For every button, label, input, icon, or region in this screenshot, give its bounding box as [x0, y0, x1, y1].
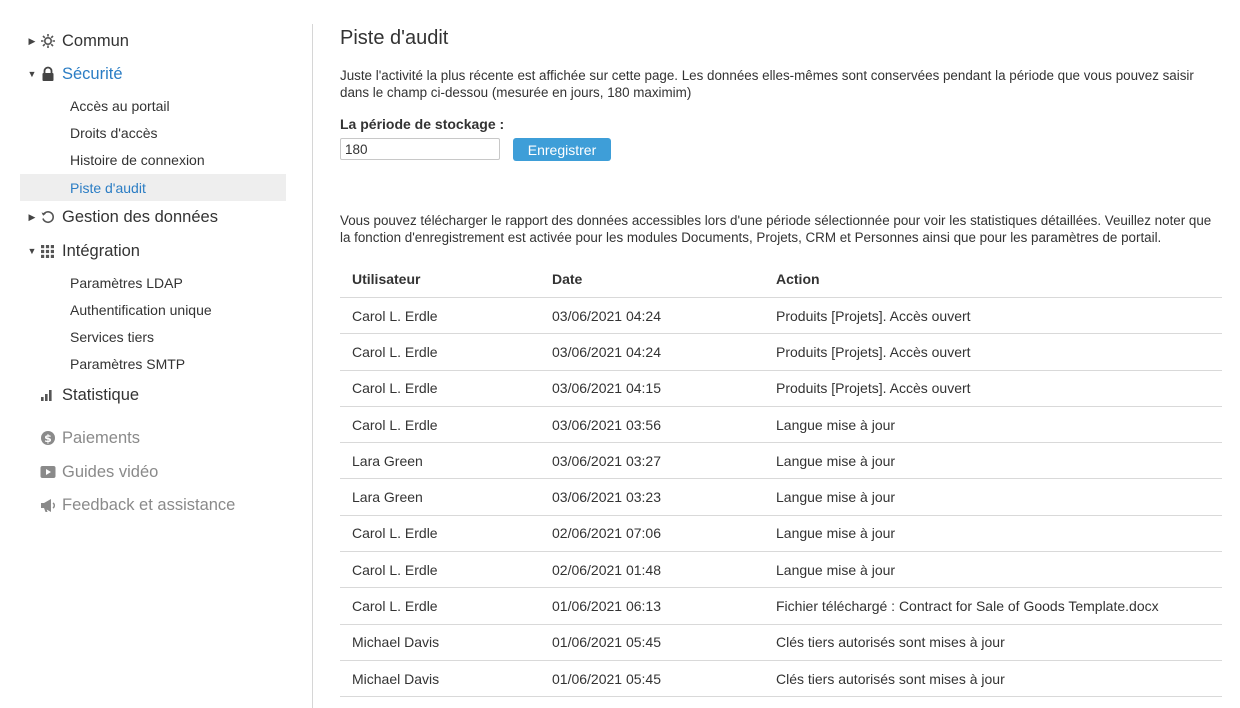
sidebar-item-droits-acces[interactable]: Droits d'accès — [0, 119, 312, 146]
grid-icon — [40, 242, 62, 260]
cell-action: Produits [Projets]. Accès ouvert — [776, 380, 971, 397]
restore-icon — [40, 208, 62, 226]
cell-user: Carol L. Erdle — [352, 561, 438, 578]
sidebar-section-integration[interactable]: ▼ Intégration — [0, 237, 312, 265]
save-button[interactable]: Enregistrer — [513, 138, 611, 161]
table-row: Michael Davis 01/06/2021 05:45 Clés tiers … — [340, 625, 1222, 661]
cell-user: Michael Davis — [352, 670, 440, 687]
sidebar-section-label: Intégration — [62, 241, 140, 260]
column-header-date: Date — [552, 271, 583, 287]
cell-action: Langue mise à jour — [776, 489, 896, 506]
settings-sidebar: ▶ Commun ▼ Sécurité Accès au portail Dro… — [0, 0, 312, 708]
cell-user: Michael Davis — [352, 634, 440, 651]
cell-action: Clés tiers autorisés sont mises à jour — [776, 634, 1005, 651]
cell-action: Produits [Projets]. Accès ouvert — [776, 343, 971, 360]
expand-arrow-icon[interactable]: ▶ — [24, 36, 40, 47]
cell-action: Langue mise à jour — [776, 561, 896, 578]
cell-action: Langue mise à jour — [776, 525, 896, 542]
intro-text: Juste l'activité la plus récente est aff… — [340, 68, 1194, 100]
dollar-icon: $ — [40, 429, 62, 447]
column-header-action: Action — [776, 271, 820, 287]
cell-user: Carol L. Erdle — [352, 343, 438, 360]
sidebar-divider — [312, 24, 313, 708]
table-row: Carol L. Erdle 02/06/2021 01:48 Langue mis… — [340, 552, 1222, 589]
sidebar-item-services-tiers[interactable]: Services tiers — [0, 323, 312, 350]
cell-date: 03/06/2021 04:15 — [552, 380, 661, 397]
cell-date: 01/06/2021 06:13 — [552, 598, 661, 615]
collapse-arrow-icon[interactable]: ▼ — [24, 246, 40, 256]
cell-date: 03/06/2021 04:24 — [552, 307, 661, 324]
cell-action: Produits [Projets]. Accès ouvert — [776, 307, 971, 324]
cell-date: 02/06/2021 07:06 — [552, 525, 661, 542]
table-row: Carol L. Erdle 02/06/2021 07:06 Langue mis… — [340, 516, 1222, 553]
column-header-user: Utilisateur — [352, 271, 421, 287]
sidebar-item-parametres-ldap[interactable]: Paramètres LDAP — [0, 269, 312, 296]
table-row: Lara Green 03/06/2021 03:27 Langue mise à … — [340, 443, 1222, 480]
megaphone-icon — [40, 496, 62, 514]
video-icon — [40, 463, 62, 481]
cell-user: Carol L. Erdle — [352, 307, 438, 324]
table-row: Carol L. Erdle 03/06/2021 04:15 Produits [… — [340, 371, 1222, 407]
sidebar-section-guides-video[interactable]: Guides vidéo — [0, 458, 312, 486]
cell-date: 03/06/2021 03:56 — [552, 416, 661, 433]
table-header: Utilisateur Date Action — [340, 261, 1222, 298]
collapse-arrow-icon[interactable]: ▼ — [24, 69, 40, 79]
audit-table: Utilisateur Date Action Carol L. Erdle 03… — [340, 261, 1222, 698]
lock-icon — [40, 65, 62, 83]
bar-chart-icon — [40, 386, 62, 404]
table-row: Carol L. Erdle 01/06/2021 06:13 Fichier té… — [340, 588, 1222, 625]
table-row: Carol L. Erdle 03/06/2021 03:56 Langue mis… — [340, 407, 1222, 444]
expand-arrow-icon[interactable]: ▶ — [24, 212, 40, 223]
sidebar-section-label: Feedback et assistance — [62, 495, 236, 514]
sidebar-section-statistique[interactable]: Statistique — [0, 381, 312, 409]
sidebar-section-gestion-donnees[interactable]: ▶ Gestion des données — [0, 203, 312, 231]
sidebar-section-paiements[interactable]: $ Paiements — [0, 424, 312, 452]
sidebar-item-parametres-smtp[interactable]: Paramètres SMTP — [0, 350, 312, 377]
cell-date: 01/06/2021 05:45 — [552, 670, 661, 687]
table-body: Carol L. Erdle 03/06/2021 04:24 Produits [… — [340, 298, 1222, 698]
cell-date: 03/06/2021 04:24 — [552, 343, 661, 360]
sidebar-item-piste-audit[interactable]: Piste d'audit — [20, 174, 286, 201]
sidebar-section-label: Commun — [62, 31, 129, 50]
storage-period-label: La période de stockage : — [340, 116, 505, 132]
cell-action: Langue mise à jour — [776, 416, 896, 433]
cell-user: Carol L. Erdle — [352, 598, 438, 615]
cell-date: 02/06/2021 01:48 — [552, 561, 661, 578]
cell-user: Carol L. Erdle — [352, 525, 438, 542]
cell-user: Carol L. Erdle — [352, 380, 438, 397]
table-row: Michael Davis 01/06/2021 05:45 Clés tiers … — [340, 661, 1222, 698]
cell-action: Fichier téléchargé : Contract for Sale o… — [776, 598, 1159, 615]
sidebar-section-commun[interactable]: ▶ Commun — [0, 27, 312, 55]
page-title: Piste d'audit — [340, 27, 449, 49]
sidebar-section-feedback[interactable]: Feedback et assistance — [0, 491, 312, 519]
cell-action: Langue mise à jour — [776, 452, 896, 469]
sidebar-item-authentification-unique[interactable]: Authentification unique — [0, 296, 312, 323]
sidebar-section-label: Gestion des données — [62, 207, 218, 226]
cell-date: 03/06/2021 03:23 — [552, 489, 661, 506]
sidebar-section-label: Statistique — [62, 385, 140, 404]
cell-user: Lara Green — [352, 489, 423, 506]
table-row: Carol L. Erdle 03/06/2021 04:24 Produits [… — [340, 334, 1222, 371]
cell-user: Carol L. Erdle — [352, 416, 438, 433]
report-info-text: Vous pouvez télécharger le rapport des d… — [340, 213, 1212, 245]
svg-text:$: $ — [44, 432, 52, 445]
sidebar-section-label: Guides vidéo — [62, 462, 159, 481]
cell-action: Clés tiers autorisés sont mises à jour — [776, 670, 1005, 687]
sidebar-section-securite[interactable]: ▼ Sécurité — [0, 60, 312, 88]
cell-user: Lara Green — [352, 452, 423, 469]
table-row: Lara Green 03/06/2021 03:23 Langue mise à … — [340, 479, 1222, 516]
storage-period-input[interactable] — [340, 138, 500, 160]
cell-date: 01/06/2021 05:45 — [552, 634, 661, 651]
sidebar-item-histoire-connexion[interactable]: Histoire de connexion — [0, 146, 312, 173]
sidebar-section-label: Sécurité — [62, 64, 123, 83]
gear-icon — [40, 32, 62, 50]
sidebar-section-label: Paiements — [62, 428, 140, 447]
cell-date: 03/06/2021 03:27 — [552, 452, 661, 469]
sidebar-item-acces-portail[interactable]: Accès au portail — [0, 92, 312, 119]
table-row: Carol L. Erdle 03/06/2021 04:24 Produits [… — [340, 298, 1222, 335]
